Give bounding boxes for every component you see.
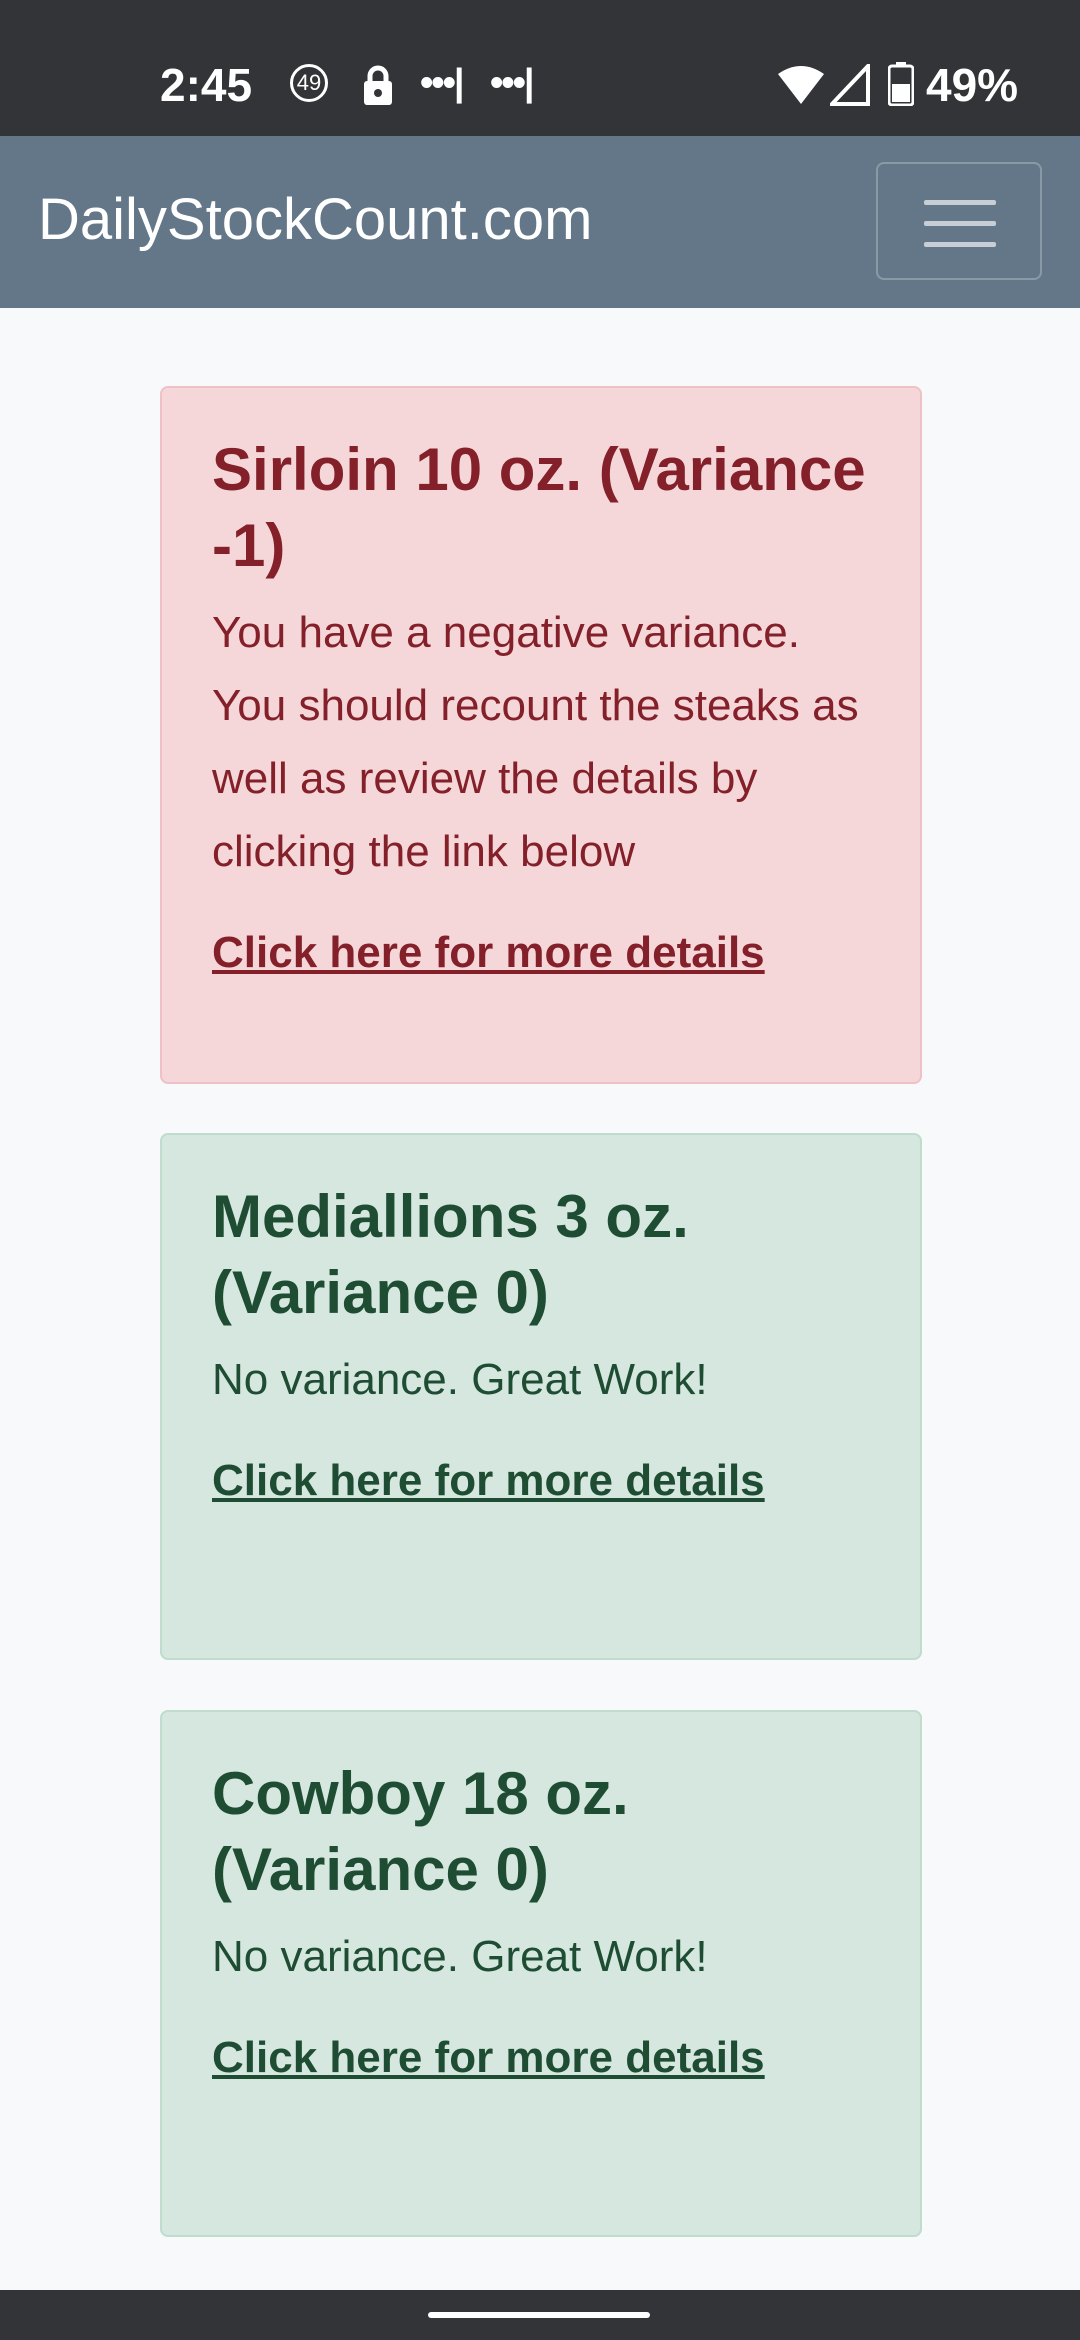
hamburger-icon-bar-2 [924, 221, 996, 226]
details-link[interactable]: Click here for more details [212, 1456, 870, 1506]
details-link[interactable]: Click here for more details [212, 928, 870, 978]
card-message: No variance. Great Work! [212, 1932, 708, 1981]
signal-dots-icon: •••| [420, 62, 465, 104]
card-title: Sirloin 10 oz. (Variance -1) [212, 436, 866, 579]
battery-icon [888, 62, 914, 106]
hamburger-icon-bar-3 [924, 242, 996, 247]
status-bar: 2:45 49 •••| •••| 49% [0, 0, 1080, 136]
variance-card-mediallions: Mediallions 3 oz. (Variance 0) No varian… [160, 1133, 922, 1660]
status-time: 2:45 [160, 59, 253, 111]
card-title: Cowboy 18 oz. (Variance 0) [212, 1760, 629, 1903]
card-title: Mediallions 3 oz. (Variance 0) [212, 1183, 689, 1326]
home-gesture-handle[interactable] [428, 2312, 650, 2318]
hamburger-icon [924, 200, 996, 205]
lock-icon [364, 65, 392, 105]
menu-toggle-button[interactable] [876, 162, 1042, 280]
details-link[interactable]: Click here for more details [212, 2033, 870, 2083]
card-message: No variance. Great Work! [212, 1355, 708, 1404]
system-navigation-bar [0, 2290, 1080, 2340]
card-message: You have a negative variance. You should… [212, 608, 859, 876]
signal-dots-icon-2: •••| [490, 62, 535, 104]
notification-count-icon: 49 [290, 64, 328, 102]
wifi-icon [778, 66, 824, 104]
navbar: DailyStockCount.com [0, 136, 1080, 308]
site-brand[interactable]: DailyStockCount.com [38, 186, 592, 253]
cell-signal-icon [830, 64, 870, 106]
variance-card-cowboy: Cowboy 18 oz. (Variance 0) No variance. … [160, 1710, 922, 2237]
battery-percent: 49% [926, 59, 1019, 111]
variance-card-sirloin: Sirloin 10 oz. (Variance -1) You have a … [160, 386, 922, 1084]
